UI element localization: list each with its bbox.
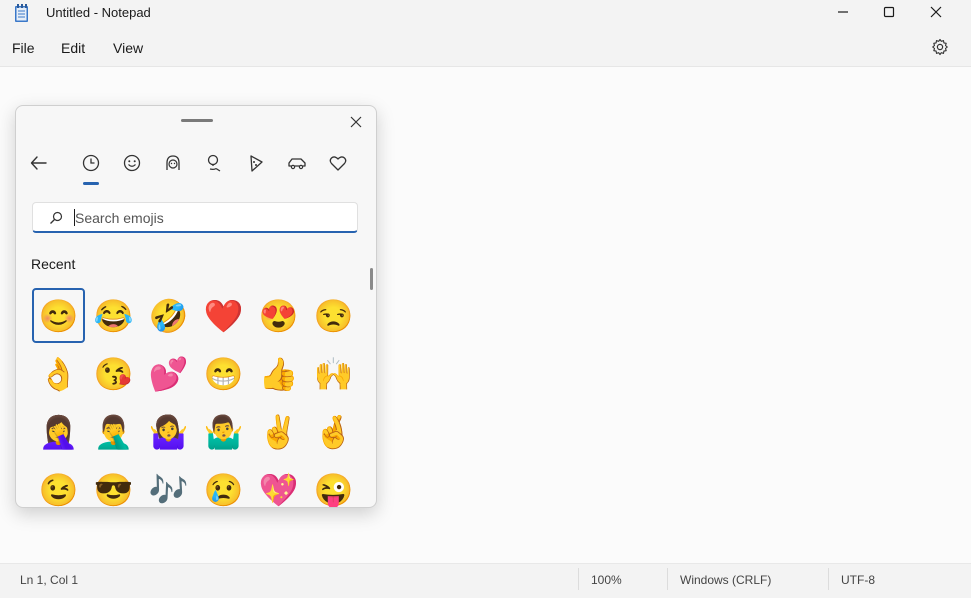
status-divider: [578, 568, 579, 590]
emoji-cell[interactable]: 😂: [87, 288, 140, 343]
smiley-icon[interactable]: [121, 152, 143, 174]
panel-scrollbar[interactable]: [370, 268, 373, 290]
recent-clock-icon[interactable]: [80, 152, 102, 174]
menu-bar: File Edit View: [0, 28, 971, 67]
emoji-cell[interactable]: 🤷‍♂️: [197, 404, 250, 459]
emoji-cell[interactable]: 😎: [87, 462, 140, 507]
menu-file[interactable]: File: [12, 40, 35, 56]
status-bar: Ln 1, Col 1 100% Windows (CRLF) UTF-8: [0, 563, 971, 598]
emoji-cell[interactable]: 👍: [252, 346, 305, 401]
car-icon[interactable]: [286, 152, 308, 174]
zoom-level: 100%: [591, 573, 622, 587]
minimize-icon: [838, 11, 848, 13]
emoji-cell[interactable]: 😘: [87, 346, 140, 401]
panel-close-icon[interactable]: [348, 114, 364, 130]
emoji-cell[interactable]: 😒: [307, 288, 360, 343]
encoding: UTF-8: [841, 573, 875, 587]
line-ending: Windows (CRLF): [680, 573, 772, 587]
menu-edit[interactable]: Edit: [61, 40, 85, 56]
emoji-panel: Recent 😊😂🤣❤️😍😒 👌😘💕😁👍🙌 🤦‍♀️🤦‍♂️🤷‍♀️🤷‍♂️✌️🤞 😉…: [15, 105, 377, 508]
emoji-cell[interactable]: 👌: [32, 346, 85, 401]
emoji-cell[interactable]: 😉: [32, 462, 85, 507]
emoji-cell[interactable]: 🤦‍♀️: [32, 404, 85, 459]
close-icon: [930, 6, 942, 18]
active-tab-indicator: [83, 182, 99, 185]
settings-gear-icon[interactable]: [931, 38, 949, 56]
emoji-search-box[interactable]: [32, 202, 358, 233]
back-arrow-icon[interactable]: [28, 152, 50, 174]
emoji-cell[interactable]: 🎶: [142, 462, 195, 507]
emoji-cell[interactable]: 😊: [32, 288, 85, 343]
emoji-cell[interactable]: 💖: [252, 462, 305, 507]
close-window-button[interactable]: [913, 0, 959, 24]
menu-view[interactable]: View: [113, 40, 143, 56]
status-divider: [667, 568, 668, 590]
window-title: Untitled - Notepad: [46, 5, 151, 20]
emoji-cell[interactable]: 💕: [142, 346, 195, 401]
emoji-cell[interactable]: 😁: [197, 346, 250, 401]
emoji-cell[interactable]: 🤣: [142, 288, 195, 343]
search-icon: [50, 211, 63, 224]
emoji-cell[interactable]: 🙌: [307, 346, 360, 401]
emoji-cell[interactable]: 🤞: [307, 404, 360, 459]
emoji-cell[interactable]: 😜: [307, 462, 360, 507]
drag-handle[interactable]: [181, 119, 213, 122]
maximize-icon: [883, 6, 895, 18]
section-label-recent: Recent: [31, 256, 76, 272]
maximize-button[interactable]: [866, 0, 912, 24]
emoji-cell[interactable]: 🤦‍♂️: [87, 404, 140, 459]
cursor-position: Ln 1, Col 1: [20, 573, 79, 587]
emoji-cell[interactable]: 🤷‍♀️: [142, 404, 195, 459]
emoji-cell[interactable]: 😢: [197, 462, 250, 507]
people-icon[interactable]: [162, 152, 184, 174]
notepad-app-icon: [15, 4, 28, 22]
emoji-cell[interactable]: ✌️: [252, 404, 305, 459]
emoji-search-input[interactable]: [75, 203, 345, 232]
heart-icon[interactable]: [327, 152, 349, 174]
food-icon[interactable]: [245, 152, 267, 174]
emoji-cell[interactable]: 😍: [252, 288, 305, 343]
minimize-button[interactable]: [820, 0, 866, 24]
status-divider: [828, 568, 829, 590]
emoji-cell[interactable]: ❤️: [197, 288, 250, 343]
places-icon[interactable]: [203, 152, 225, 174]
title-bar: Untitled - Notepad: [0, 0, 971, 28]
